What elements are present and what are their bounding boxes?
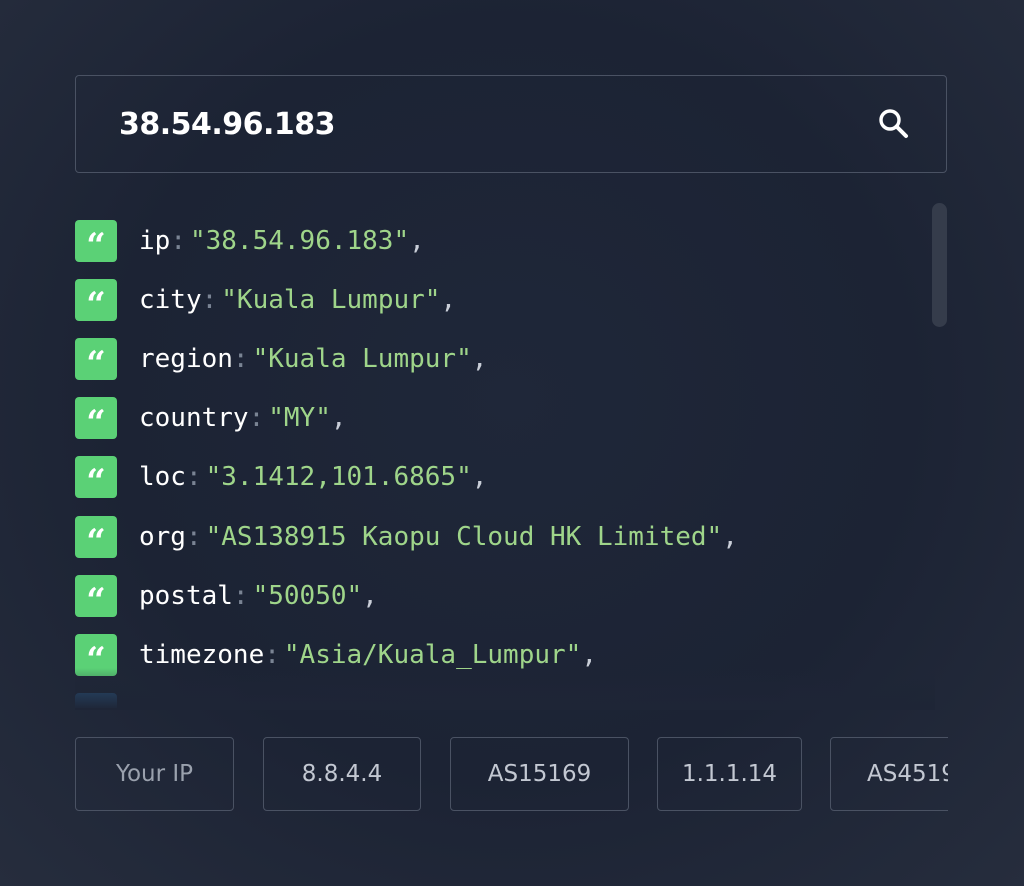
- result-value: "50050": [252, 581, 363, 611]
- result-comma: ,: [409, 226, 425, 256]
- result-colon: :: [185, 462, 202, 492]
- result-value: "AS138915 Kaopu Cloud HK Limited": [205, 522, 723, 552]
- search-icon: [879, 109, 908, 138]
- scrollbar-thumb[interactable]: [932, 203, 947, 327]
- result-key: region: [139, 344, 233, 374]
- result-comma: ,: [471, 462, 488, 492]
- search-box: [75, 75, 947, 173]
- svg-text:“: “: [86, 585, 106, 607]
- svg-text:“: “: [86, 348, 106, 370]
- result-comma: ,: [471, 344, 488, 374]
- result-key: country: [139, 403, 249, 433]
- result-comma: ,: [362, 581, 378, 611]
- partial-next-row: [75, 693, 117, 708]
- result-colon: :: [185, 522, 202, 552]
- result-key: ip: [139, 226, 171, 256]
- quick-link-as15169[interactable]: AS15169: [450, 737, 629, 811]
- result-colon: :: [232, 581, 249, 611]
- result-row-country: “ country : "MY" ,: [75, 397, 347, 439]
- quote-icon: “: [75, 220, 117, 262]
- result-comma: ,: [330, 403, 347, 433]
- result-row-city: “ city : "Kuala Lumpur" ,: [75, 279, 456, 321]
- search-button[interactable]: [864, 94, 924, 154]
- result-list: “ ip : "38.54.96.183" , “ city : "Kuala …: [75, 205, 935, 708]
- quote-icon: “: [75, 456, 117, 498]
- quote-icon: “: [75, 634, 117, 676]
- result-row-timezone: “ timezone : "Asia/Kuala_Lumpur" ,: [75, 634, 597, 676]
- result-comma: ,: [722, 522, 738, 552]
- result-key: city: [139, 285, 202, 315]
- result-row-postal: “ postal : "50050" ,: [75, 575, 378, 617]
- result-colon: :: [201, 285, 218, 315]
- result-colon: :: [170, 226, 186, 256]
- svg-text:“: “: [86, 407, 106, 429]
- quote-icon: “: [75, 575, 117, 617]
- result-row-loc: “ loc : "3.1412,101.6865" ,: [75, 456, 487, 498]
- result-comma: ,: [581, 640, 597, 670]
- result-value: "Kuala Lumpur": [221, 285, 441, 315]
- svg-text:“: “: [86, 526, 106, 548]
- svg-text:“: “: [86, 644, 106, 666]
- result-row-ip: “ ip : "38.54.96.183" ,: [75, 220, 425, 262]
- svg-text:“: “: [86, 230, 106, 252]
- result-value: "3.1412,101.6865": [205, 462, 472, 492]
- result-value: "MY": [268, 403, 331, 433]
- result-value: "38.54.96.183": [189, 226, 410, 256]
- search-input[interactable]: [76, 76, 864, 172]
- result-value: "Asia/Kuala_Lumpur": [283, 640, 582, 670]
- result-value: "Kuala Lumpur": [252, 344, 472, 374]
- quote-icon: “: [75, 397, 117, 439]
- result-comma: ,: [440, 285, 457, 315]
- quick-links: Your IP 8.8.4.4 AS15169 1.1.1.14 AS4519: [75, 737, 948, 813]
- quote-icon: “: [75, 516, 117, 558]
- svg-text:“: “: [86, 466, 106, 488]
- quote-icon: “: [75, 338, 117, 380]
- result-colon: :: [248, 403, 265, 433]
- result-colon: :: [264, 640, 280, 670]
- quick-link-as4519[interactable]: AS4519: [830, 737, 948, 811]
- result-key: timezone: [139, 640, 265, 670]
- quick-link-your-ip[interactable]: Your IP: [75, 737, 234, 811]
- result-key: loc: [139, 462, 186, 492]
- result-colon: :: [232, 344, 249, 374]
- result-row-org: “ org : "AS138915 Kaopu Cloud HK Limited…: [75, 516, 738, 558]
- quick-link-1-1-1-14[interactable]: 1.1.1.14: [657, 737, 802, 811]
- quote-icon: “: [75, 279, 117, 321]
- quick-link-8-8-4-4[interactable]: 8.8.4.4: [263, 737, 421, 811]
- result-row-region: “ region : "Kuala Lumpur" ,: [75, 338, 487, 380]
- result-key: postal: [139, 581, 233, 611]
- svg-text:“: “: [86, 289, 106, 311]
- result-key: org: [139, 522, 186, 552]
